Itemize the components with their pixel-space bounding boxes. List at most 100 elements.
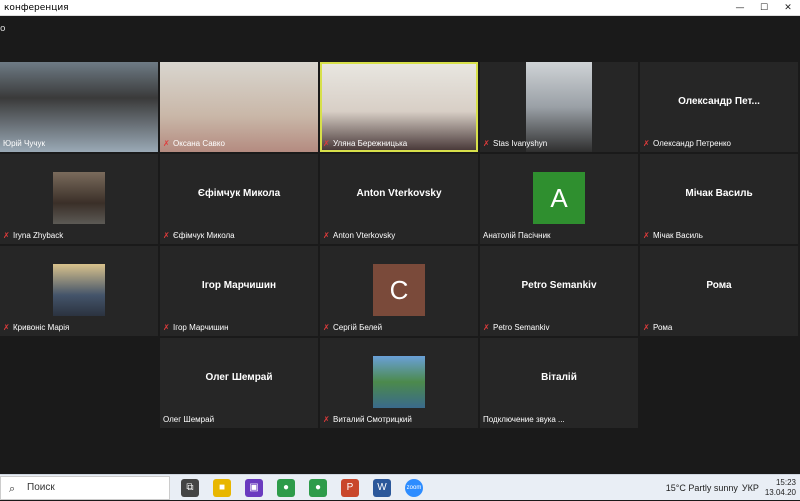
participant-name: Єфімчук Микола xyxy=(173,231,235,240)
muted-mic-icon: ✗ xyxy=(483,323,490,332)
clock-time: 15:23 xyxy=(775,478,796,487)
meeting-info-icon[interactable]: о xyxy=(0,24,6,34)
participant-name-label: ✗ Олександр Петренко xyxy=(642,138,734,150)
participant-name-label: Олег Шемрай xyxy=(162,414,217,426)
participant-tile[interactable]: ✗ Кривоніс Марія xyxy=(0,246,158,336)
participant-display-name: Єфімчук Микола xyxy=(197,188,281,199)
participant-tile[interactable]: A Анатолій Пасічник xyxy=(480,154,638,244)
participant-name-label: Юрій Чучук xyxy=(2,138,48,150)
powerpoint-icon[interactable]: P xyxy=(341,479,359,497)
muted-mic-icon: ✗ xyxy=(323,323,330,332)
system-tray: 15°C Partly sunny УКР 15:23 13.04.20 xyxy=(666,475,800,501)
participant-tile[interactable]: ✗ Оксана Савко xyxy=(160,62,318,152)
participant-name: Petro Semankiv xyxy=(493,323,550,332)
participant-display-name: Anton Vterkovsky xyxy=(356,188,442,199)
participant-display-name: Ігор Марчишин xyxy=(201,280,277,291)
muted-mic-icon: ✗ xyxy=(323,139,330,148)
muted-mic-icon: ✗ xyxy=(163,139,170,148)
participant-tile[interactable]: ✗ Iryna Zhyback xyxy=(0,154,158,244)
participant-name: Анатолій Пасічник xyxy=(483,231,551,240)
participant-tile[interactable]: Єфімчук Микола ✗ Єфімчук Микола xyxy=(160,154,318,244)
participant-name-label: ✗ Stas Ivanyshyn xyxy=(482,138,550,150)
task-view-icon[interactable]: ⧉ xyxy=(181,479,199,497)
participant-name: Рома xyxy=(653,323,673,332)
participant-name-label: ✗ Рома xyxy=(642,322,675,334)
weather-widget[interactable]: 15°C Partly sunny xyxy=(666,483,738,493)
language-indicator[interactable]: УКР xyxy=(742,483,759,493)
participant-tile[interactable]: Ігор Марчишин ✗ Ігор Марчишин xyxy=(160,246,318,336)
window-titlebar: конференция — ☐ ✕ xyxy=(0,0,800,16)
participant-name-label: ✗ Виталий Смотрицкий xyxy=(322,414,415,426)
participant-name-label: Анатолій Пасічник xyxy=(482,230,554,242)
participant-tile[interactable]: ✗ Уляна Бережницька xyxy=(320,62,478,152)
participant-name-label: ✗ Сергій Белей xyxy=(322,322,385,334)
participant-name-label: ✗ Мічак Василь xyxy=(642,230,706,242)
participant-tile[interactable]: C ✗ Сергій Белей xyxy=(320,246,478,336)
participant-name-label: ✗ Anton Vterkovsky xyxy=(322,230,398,242)
word-icon[interactable]: W xyxy=(373,479,391,497)
file-explorer-icon[interactable]: ■ xyxy=(213,479,231,497)
participant-name-label: ✗ Ігор Марчишин xyxy=(162,322,232,334)
muted-mic-icon: ✗ xyxy=(163,323,170,332)
participant-display-name: Мічак Василь xyxy=(685,188,753,199)
participant-name-label: ✗ Уляна Бережницька xyxy=(322,138,410,150)
participant-display-name: Олександр Пет... xyxy=(678,96,760,107)
participant-avatar: A xyxy=(533,172,585,224)
close-button[interactable]: ✕ xyxy=(776,0,800,16)
chrome-icon[interactable]: ● xyxy=(277,479,295,497)
minimize-button[interactable]: — xyxy=(728,0,752,16)
participant-display-name: Олег Шемрай xyxy=(205,372,273,383)
participant-name: Сергій Белей xyxy=(333,323,383,332)
muted-mic-icon: ✗ xyxy=(323,415,330,424)
participant-name-label: ✗ Оксана Савко xyxy=(162,138,228,150)
participant-tile[interactable]: Юрій Чучук xyxy=(0,62,158,152)
participant-name: Олег Шемрай xyxy=(163,415,215,424)
participant-name-label: Подключение звука ... xyxy=(482,414,568,426)
participant-tile[interactable]: Petro Semankiv ✗ Petro Semankiv xyxy=(480,246,638,336)
participant-video xyxy=(53,264,105,316)
save-icon[interactable]: ▣ xyxy=(245,479,263,497)
participant-tile[interactable]: Олег Шемрай Олег Шемрай xyxy=(160,338,318,428)
participant-name: Anton Vterkovsky xyxy=(333,231,396,240)
clock[interactable]: 15:23 13.04.20 xyxy=(765,478,796,498)
participant-video xyxy=(373,356,425,408)
meeting-topbar: о xyxy=(0,16,800,60)
participant-tile[interactable]: Віталій Подключение звука ... xyxy=(480,338,638,428)
participant-avatar: C xyxy=(373,264,425,316)
participant-name: Уляна Бережницька xyxy=(333,139,408,148)
participant-tile[interactable]: ✗ Stas Ivanyshyn xyxy=(480,62,638,152)
muted-mic-icon: ✗ xyxy=(483,139,490,148)
participant-tile[interactable]: Мічак Василь ✗ Мічак Василь xyxy=(640,154,798,244)
muted-mic-icon: ✗ xyxy=(643,323,650,332)
participant-name-label: ✗ Petro Semankiv xyxy=(482,322,552,334)
participant-tile[interactable]: Рома ✗ Рома xyxy=(640,246,798,336)
participant-name: Юрій Чучук xyxy=(3,139,45,148)
muted-mic-icon: ✗ xyxy=(643,139,650,148)
participant-name: Оксана Савко xyxy=(173,139,225,148)
muted-mic-icon: ✗ xyxy=(3,231,10,240)
participant-name: Stas Ivanyshyn xyxy=(493,139,548,148)
participant-video xyxy=(53,172,105,224)
muted-mic-icon: ✗ xyxy=(643,231,650,240)
participant-tile[interactable]: Anton Vterkovsky ✗ Anton Vterkovsky xyxy=(320,154,478,244)
participant-name: Виталий Смотрицкий xyxy=(333,415,412,424)
participant-tile[interactable]: ✗ Виталий Смотрицкий xyxy=(320,338,478,428)
participant-display-name: Рома xyxy=(706,280,732,291)
participant-name: Кривоніс Марія xyxy=(13,323,70,332)
search-label: Поиск xyxy=(27,482,55,493)
zoom-icon[interactable]: zoom xyxy=(405,479,423,497)
maximize-button[interactable]: ☐ xyxy=(752,0,776,16)
participant-name-label: ✗ Єфімчук Микола xyxy=(162,230,238,242)
clock-date: 13.04.20 xyxy=(764,488,796,497)
taskbar: ⌕ Поиск ⧉ ■ ▣ ● ● P Wzoom 15°C Partly sunny УК… xyxy=(0,474,800,500)
participant-tile[interactable]: Олександр Пет... ✗ Олександр Петренко xyxy=(640,62,798,152)
search-icon: ⌕ xyxy=(9,482,16,495)
participant-name: Подключение звука ... xyxy=(483,415,565,424)
participant-name: Iryna Zhyback xyxy=(13,231,64,240)
participant-name-label: ✗ Кривоніс Марія xyxy=(2,322,72,334)
participant-display-name: Віталій xyxy=(541,372,577,383)
participant-name-label: ✗ Iryna Zhyback xyxy=(2,230,66,242)
taskbar-search[interactable]: ⌕ Поиск xyxy=(0,476,170,500)
chrome-2-icon[interactable]: ● xyxy=(309,479,327,497)
participant-name: Ігор Марчишин xyxy=(173,323,229,332)
